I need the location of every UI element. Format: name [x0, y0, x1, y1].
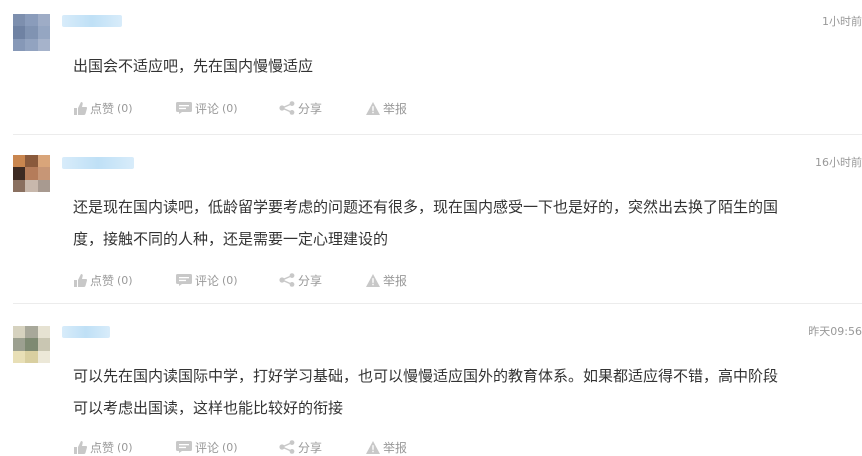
avatar[interactable] — [13, 14, 50, 51]
comment-actions: 点赞 (0) 评论 (0) 分享 举报 — [73, 272, 426, 288]
like-button[interactable]: 点赞 (0) — [73, 439, 176, 455]
reply-label: 评论 — [195, 440, 220, 455]
comment-time: 16小时前 — [815, 156, 862, 169]
share-icon — [279, 101, 295, 115]
comment-icon — [176, 441, 192, 453]
username[interactable] — [62, 157, 134, 169]
comment-text-line: 度，接触不同的人种，还是需要一定心理建设的 — [73, 230, 389, 248]
warning-icon — [366, 440, 380, 454]
share-label: 分享 — [298, 440, 323, 455]
comment-time: 1小时前 — [822, 15, 862, 28]
like-count: (0) — [117, 101, 133, 115]
like-label: 点赞 — [90, 101, 115, 116]
username[interactable] — [62, 15, 122, 27]
share-icon — [279, 440, 295, 454]
comment-item: 昨天09:56 可以先在国内读国际中学，打好学习基础，也可以慢慢适应国外的教育体… — [0, 304, 862, 455]
comment-text-line: 可以考虑出国读，这样也能比较好的衔接 — [73, 399, 344, 417]
thumbs-up-icon — [74, 273, 87, 287]
warning-icon — [366, 273, 380, 287]
report-label: 举报 — [383, 101, 408, 116]
like-label: 点赞 — [90, 440, 115, 455]
share-label: 分享 — [298, 273, 323, 288]
reply-button[interactable]: 评论 (0) — [176, 439, 279, 455]
report-button[interactable]: 举报 — [366, 439, 426, 455]
report-button[interactable]: 举报 — [366, 272, 426, 288]
comment-icon — [176, 102, 192, 114]
report-label: 举报 — [383, 273, 408, 288]
username[interactable] — [62, 326, 110, 338]
like-count: (0) — [117, 440, 133, 454]
like-button[interactable]: 点赞 (0) — [73, 272, 176, 288]
comment-text: 出国会不适应吧，先在国内慢慢适应 — [73, 57, 314, 75]
comment-item: 16小时前 还是现在国内读吧，低龄留学要考虑的问题还有很多，现在国内感受一下也是… — [0, 135, 862, 303]
share-button[interactable]: 分享 — [279, 100, 366, 116]
avatar[interactable] — [13, 326, 50, 363]
comment-text-line: 可以先在国内读国际中学，打好学习基础，也可以慢慢适应国外的教育体系。如果都适应得… — [73, 367, 779, 385]
reply-button[interactable]: 评论 (0) — [176, 272, 279, 288]
comment-text-line: 还是现在国内读吧，低龄留学要考虑的问题还有很多，现在国内感受一下也是好的，突然出… — [73, 198, 779, 216]
avatar[interactable] — [13, 155, 50, 192]
reply-label: 评论 — [195, 101, 220, 116]
reply-label: 评论 — [195, 273, 220, 288]
warning-icon — [366, 101, 380, 115]
like-button[interactable]: 点赞 (0) — [73, 100, 176, 116]
share-icon — [279, 273, 295, 287]
comment-text: 可以先在国内读国际中学，打好学习基础，也可以慢慢适应国外的教育体系。如果都适应得… — [73, 360, 833, 424]
comment-list: 1小时前 出国会不适应吧，先在国内慢慢适应 点赞 (0) 评论 (0) 分享 举… — [0, 0, 862, 455]
thumbs-up-icon — [74, 440, 87, 454]
like-count: (0) — [117, 273, 133, 287]
comment-time: 昨天09:56 — [808, 325, 862, 338]
thumbs-up-icon — [74, 101, 87, 115]
share-label: 分享 — [298, 101, 323, 116]
comment-actions: 点赞 (0) 评论 (0) 分享 举报 — [73, 100, 426, 116]
comment-text: 还是现在国内读吧，低龄留学要考虑的问题还有很多，现在国内感受一下也是好的，突然出… — [73, 191, 833, 255]
comment-icon — [176, 274, 192, 286]
reply-count: (0) — [222, 101, 238, 115]
comment-actions: 点赞 (0) 评论 (0) 分享 举报 — [73, 439, 426, 455]
share-button[interactable]: 分享 — [279, 272, 366, 288]
report-button[interactable]: 举报 — [366, 100, 426, 116]
reply-button[interactable]: 评论 (0) — [176, 100, 279, 116]
share-button[interactable]: 分享 — [279, 439, 366, 455]
reply-count: (0) — [222, 440, 238, 454]
like-label: 点赞 — [90, 273, 115, 288]
reply-count: (0) — [222, 273, 238, 287]
comment-item: 1小时前 出国会不适应吧，先在国内慢慢适应 点赞 (0) 评论 (0) 分享 举… — [0, 0, 862, 134]
report-label: 举报 — [383, 440, 408, 455]
